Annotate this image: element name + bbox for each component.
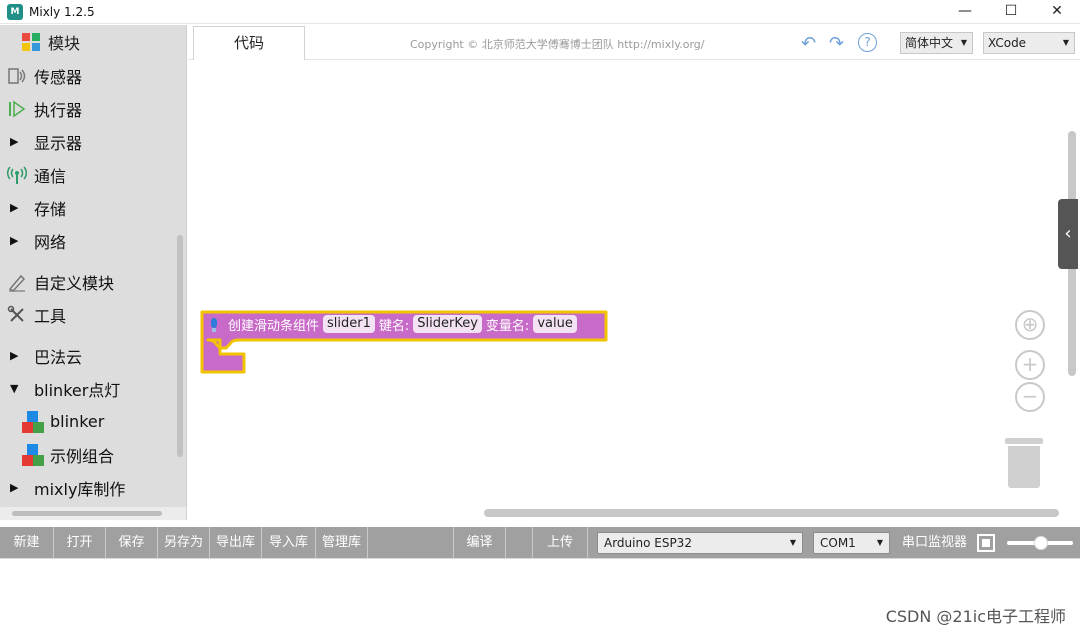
sidebar-item-custom-module[interactable]: 自定义模块 — [0, 265, 186, 298]
var-label: 变量名: — [485, 318, 530, 334]
sidebar-item-storage[interactable]: ▶ 存储 — [0, 191, 186, 224]
sidebar-horizontal-scrollbar[interactable] — [0, 507, 186, 520]
watermark-text: CSDN @21ic电子工程师 — [885, 607, 1066, 626]
bottom-toolbar: 新建 打开 保存 另存为 导出库 导入库 管理库 编译 上传 Arduino E… — [0, 527, 1080, 558]
chip-icon[interactable] — [977, 534, 995, 552]
theme-select[interactable]: XCode ▼ — [983, 32, 1075, 54]
board-select[interactable]: Arduino ESP32 ▼ — [597, 532, 803, 554]
sensor-icon — [6, 65, 28, 87]
expand-arrow-icon: ▶ — [10, 349, 19, 362]
language-select[interactable]: 简体中文 ▼ — [900, 32, 973, 54]
expand-arrow-icon: ▶ — [10, 201, 19, 214]
slider-key-field[interactable]: SliderKey — [413, 315, 482, 333]
toolbar-spacer-2 — [506, 527, 533, 558]
workspace-header: 代码 Copyright © 北京师范大学傅骞博士团队 http://mixly… — [188, 25, 1080, 60]
save-button[interactable]: 保存 — [106, 527, 158, 558]
block-workspace[interactable]: 创建滑动条组件 slider1 键名: SliderKey 变量名: value… — [188, 61, 1080, 521]
tab-code[interactable]: 代码 — [193, 26, 305, 60]
workspace-horizontal-scrollbar[interactable] — [484, 509, 1059, 517]
sidebar-item-tools[interactable]: 工具 — [0, 298, 186, 331]
new-button[interactable]: 新建 — [0, 527, 54, 558]
close-button[interactable]: ✕ — [1034, 0, 1080, 24]
upload-button[interactable]: 上传 — [533, 527, 588, 558]
tools-icon — [6, 304, 28, 326]
title-bar: M Mixly 1.2.5 — ☐ ✕ — [0, 0, 1080, 24]
slider-var-field[interactable]: value — [533, 315, 577, 333]
maximize-button[interactable]: ☐ — [988, 0, 1034, 24]
zoom-in-icon[interactable]: + — [1015, 350, 1045, 380]
sidebar-item-network[interactable]: ▶ 网络 — [0, 224, 186, 257]
block-label: 创建滑动条组件 — [228, 318, 320, 334]
sidebar-header-label: 模块 — [48, 34, 81, 53]
import-lib-button[interactable]: 导入库 — [262, 527, 316, 558]
mixly-logo-icon: M — [7, 3, 23, 20]
sidebar-item-communication[interactable]: 通信 — [0, 158, 186, 191]
block-category-sidebar: 模块 传感器 执行器 ▶ 显示器 通信 ▶ 存储 ▶ 网络 自定义模块 工具 ▶… — [0, 25, 187, 520]
panel-collapse-tab[interactable]: ‹ — [1058, 199, 1078, 269]
manage-lib-button[interactable]: 管理库 — [316, 527, 368, 558]
antenna-icon — [6, 164, 28, 186]
help-icon[interactable]: ? — [858, 33, 877, 52]
font-size-slider-knob[interactable] — [1034, 536, 1048, 550]
port-select[interactable]: COM1 ▼ — [813, 532, 890, 554]
serial-monitor-button[interactable]: 串口监视器 — [902, 527, 967, 558]
sidebar-item-bafayun[interactable]: ▶ 巴法云 — [0, 339, 186, 372]
sidebar-header[interactable]: 模块 — [0, 25, 186, 59]
sidebar-subitem-blinker[interactable]: blinker — [0, 405, 186, 438]
redo-icon[interactable]: ↷ — [829, 33, 844, 54]
pen-icon — [6, 271, 28, 293]
sidebar-item-sensor[interactable]: 传感器 — [0, 59, 186, 92]
recenter-icon[interactable]: ⊕ — [1015, 310, 1045, 340]
blinker-bulb-icon — [211, 318, 217, 332]
key-label: 键名: — [378, 318, 410, 334]
sidebar-subitem-examples[interactable]: 示例组合 — [0, 438, 186, 471]
sidebar-item-actuator[interactable]: 执行器 — [0, 92, 186, 125]
slider-block-content: 创建滑动条组件 slider1 键名: SliderKey 变量名: value — [228, 314, 581, 334]
sidebar-item-blinker[interactable]: ▼ blinker点灯 — [0, 372, 186, 405]
sidebar-item-display[interactable]: ▶ 显示器 — [0, 125, 186, 158]
actuator-icon — [6, 98, 28, 120]
sidebar-vertical-scrollbar[interactable] — [176, 63, 184, 473]
save-as-button[interactable]: 另存为 — [158, 527, 210, 558]
trash-icon[interactable] — [1005, 436, 1043, 488]
blocks-cube-icon — [22, 443, 44, 466]
zoom-out-icon[interactable]: − — [1015, 382, 1045, 412]
expand-arrow-icon: ▶ — [10, 234, 19, 247]
expand-arrow-icon: ▶ — [10, 135, 19, 148]
compile-button[interactable]: 编译 — [453, 527, 506, 558]
window-title: Mixly 1.2.5 — [29, 4, 95, 19]
copyright-text: Copyright © 北京师范大学傅骞博士团队 http://mixly.or… — [410, 38, 705, 51]
export-lib-button[interactable]: 导出库 — [210, 527, 262, 558]
output-console[interactable]: CSDN @21ic电子工程师 — [0, 558, 1080, 635]
open-button[interactable]: 打开 — [54, 527, 106, 558]
undo-icon[interactable]: ↶ — [801, 33, 816, 54]
sidebar-item-mixly-lib[interactable]: ▶ mixly库制作 — [0, 471, 186, 504]
blocks-cube-icon — [22, 410, 44, 433]
minimize-button[interactable]: — — [942, 0, 988, 24]
puzzle-icon — [22, 33, 40, 51]
expand-arrow-icon: ▶ — [10, 481, 19, 494]
collapse-arrow-icon: ▼ — [10, 382, 19, 395]
slider-name-field[interactable]: slider1 — [323, 315, 375, 333]
